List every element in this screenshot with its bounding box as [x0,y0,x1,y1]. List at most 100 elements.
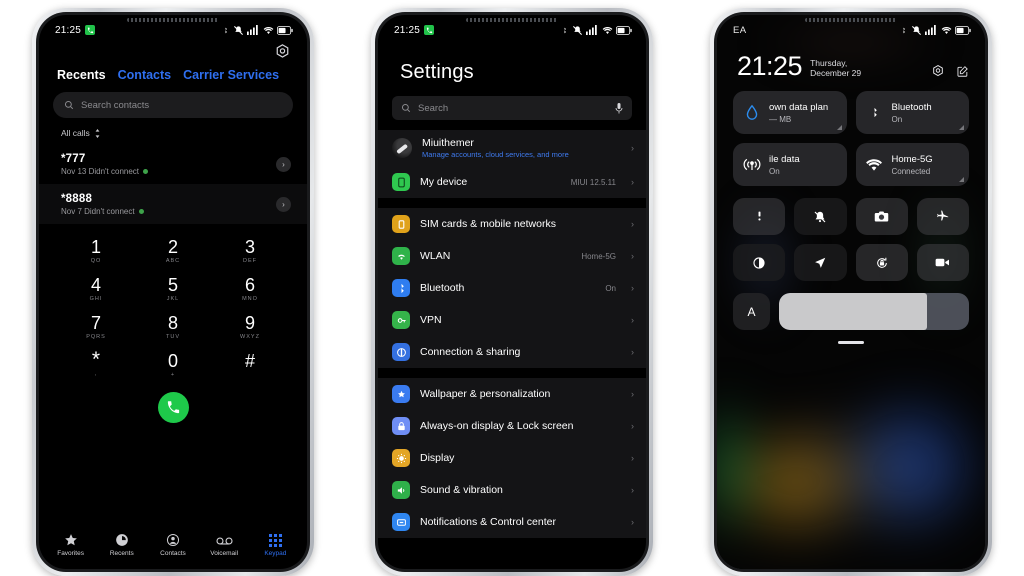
tile-title: Bluetooth [891,101,932,113]
dialpad-key-5[interactable]: 5 JKL [142,276,204,303]
nav-contacts[interactable]: Contacts [148,533,198,557]
nav-recents[interactable]: Recents [97,533,147,557]
dialpad-key-star[interactable]: * , [65,349,127,379]
call-number: *777 [61,152,86,165]
toggle-flashlight[interactable] [733,198,786,235]
search-icon [401,103,411,113]
call-log-row[interactable]: *8888 Nov 7 Didn't connect › [39,184,307,224]
call-info-button[interactable]: › [276,156,291,172]
dialpad-key-6[interactable]: 6 MNO [219,276,281,303]
phone-screen-3: EA 21:25 Thursday, December 29 own data … [717,15,985,569]
chevron-right-icon: › [631,347,634,357]
dialpad-key-9[interactable]: 9 WXYZ [219,314,281,341]
settings-row-vpn[interactable]: VPN › [378,304,646,336]
tile-mobile-data[interactable]: ile data On [733,143,847,186]
call-info-button[interactable]: › [276,196,291,212]
settings-row-connection-sharing[interactable]: Connection & sharing › [378,336,646,368]
phone-dialer: 21:25 Recents Contacts Carrier Services … [32,8,314,576]
toggle-screen-recorder[interactable] [916,244,969,281]
toggle-dark-mode[interactable] [733,244,786,281]
expand-corner-icon[interactable] [836,125,842,130]
search-contacts-input[interactable]: Search contacts [53,92,293,118]
sim-card-icon [392,215,410,233]
star-icon [64,534,77,546]
settings-row-sim-cards[interactable]: SIM cards & mobile networks › [378,208,646,240]
status-icons-2 [561,25,632,36]
contrast-icon [753,256,765,269]
toggle-rotation-lock[interactable] [855,244,908,281]
toggle-silent[interactable] [794,198,847,235]
wifi-icon [941,26,951,34]
setting-label: SIM cards & mobile networks [420,218,556,230]
settings-gear-icon[interactable] [931,64,945,78]
dialpad-key-8[interactable]: 8 TUV [142,314,204,341]
video-camera-icon [936,258,950,267]
chevron-right-icon: › [631,251,634,261]
call-button[interactable] [157,392,189,423]
vibrate-mute-icon [911,25,921,35]
bluetooth-icon [225,27,227,33]
tile-data-plan[interactable]: own data plan — MB [733,91,847,134]
dialpad-key-1[interactable]: 1 QO [65,238,127,265]
tab-recents[interactable]: Recents [57,68,106,82]
sim-indicator-icon [138,208,144,214]
vibrate-mute-icon [572,25,582,35]
chevron-right-icon: › [631,143,634,153]
call-log-row[interactable]: *777 Nov 13 Didn't connect › [39,144,307,184]
setting-label: Sound & vibration [420,484,503,496]
tile-wifi[interactable]: Home-5G Connected [855,143,969,186]
wifi-icon [865,155,884,174]
settings-row-bluetooth[interactable]: Bluetooth On › [378,272,646,304]
settings-row-sound[interactable]: Sound & vibration › [378,474,646,506]
flashlight-icon [758,211,761,221]
nav-voicemail[interactable]: Voicemail [199,535,249,557]
call-filter-dropdown[interactable]: All calls [39,118,307,144]
dialpad-key-2[interactable]: 2 ABC [142,238,204,265]
brightness-icon [392,449,410,467]
dialpad-key-0[interactable]: 0 + [142,352,204,379]
edit-pencil-icon[interactable] [956,65,969,78]
setting-label: My device [420,176,468,188]
settings-row-notifications[interactable]: Notifications & Control center › [378,506,646,538]
settings-row-account[interactable]: Miuithemer Manage accounts, cloud servic… [378,130,646,166]
drag-handle[interactable] [838,341,864,344]
dialpad-key-7[interactable]: 7 PQRS [65,314,127,341]
toggle-airplane-mode[interactable] [916,198,969,235]
tile-bluetooth[interactable]: Bluetooth On [855,91,969,134]
dialpad-key-4[interactable]: 4 GHI [65,276,127,303]
chevron-right-icon: › [631,517,634,527]
settings-gear-icon[interactable] [274,43,291,60]
settings-row-display[interactable]: Display › [378,442,646,474]
tab-contacts[interactable]: Contacts [118,68,171,82]
chevron-right-icon: › [631,453,634,463]
connection-icon [392,343,410,361]
toggle-camera[interactable] [855,198,908,235]
dialpad-key-hash[interactable]: # [219,352,281,379]
setting-label: Connection & sharing [420,346,521,358]
brightness-slider[interactable] [779,293,969,330]
nav-favorites[interactable]: Favorites [46,533,96,557]
settings-row-wallpaper[interactable]: Wallpaper & personalization › [378,378,646,410]
dialpad-key-3[interactable]: 3 DEF [219,238,281,265]
expand-corner-icon[interactable] [959,177,964,182]
status-time: 21:25 [55,24,82,36]
auto-brightness-button[interactable]: A [733,293,770,330]
setting-label: Display [420,452,455,464]
settings-group-system: Wallpaper & personalization › Always-on … [378,378,646,538]
settings-row-my-device[interactable]: My device MIUI 12.5.11 › [378,166,646,198]
toggle-location[interactable] [794,244,847,281]
earpiece-speaker-icon [805,18,897,22]
phone-bezel-2: 21:25 Settings Search Miuithemer Manage … [375,12,649,572]
settings-row-wlan[interactable]: WLAN Home-5G › [378,240,646,272]
nav-keypad[interactable]: Keypad [250,534,300,557]
expand-corner-icon[interactable] [959,125,964,130]
tab-carrier-services[interactable]: Carrier Services [183,68,279,82]
settings-row-lock-screen[interactable]: Always-on display & Lock screen › [378,410,646,442]
settings-search-input[interactable]: Search [392,96,632,120]
bluetooth-icon [392,279,410,297]
tile-title: own data plan [769,101,829,113]
call-detail: Nov 13 Didn't connect [61,167,149,176]
microphone-icon[interactable] [615,102,623,114]
carrier-label: EA [733,24,747,36]
brightness-slider-fill [779,293,928,330]
